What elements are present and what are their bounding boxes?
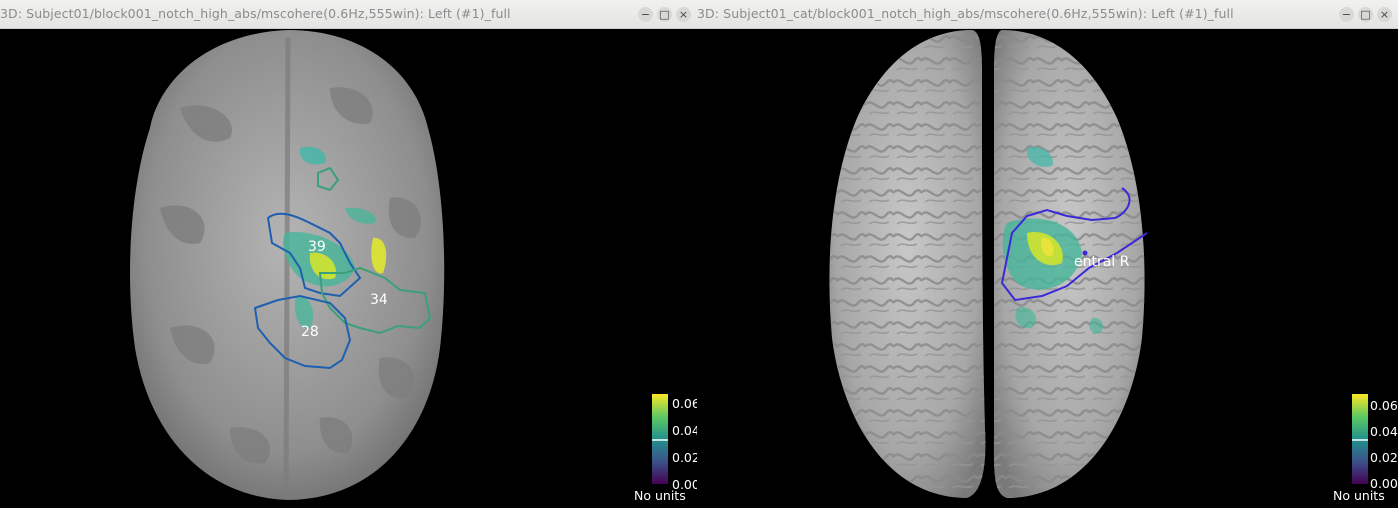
right-brain-view[interactable]: entral R <box>697 28 1398 508</box>
left-cbar-tick-2: 0.02 <box>672 450 697 465</box>
left-brain-view[interactable]: 39 34 28 <box>0 28 697 508</box>
left-title-bar[interactable]: 3D: Subject01/block001_notch_high_abs/ms… <box>0 0 697 29</box>
left-midline <box>283 37 291 499</box>
left-units-label: No units <box>634 488 686 503</box>
right-units-label: No units <box>1333 488 1385 503</box>
roi-label-28: 28 <box>301 324 319 340</box>
minimize-icon[interactable]: − <box>1339 7 1354 22</box>
right-cbar-tick-2: 0.02 <box>1370 450 1398 465</box>
close-icon[interactable]: × <box>1377 7 1392 22</box>
left-window-title: 3D: Subject01/block001_notch_high_abs/ms… <box>0 6 511 21</box>
roi-label-34: 34 <box>370 292 388 308</box>
right-colorbar <box>1352 394 1368 484</box>
maximize-icon[interactable]: □ <box>657 7 672 22</box>
right-cbar-tick-1: 0.04 <box>1370 424 1398 439</box>
left-cbar-tick-0: 0.06 <box>672 396 697 411</box>
right-window-title: 3D: Subject01_cat/block001_notch_high_ab… <box>697 6 1234 21</box>
left-cbar-tick-1: 0.04 <box>672 423 697 438</box>
close-icon[interactable]: × <box>676 7 691 22</box>
roi-label-39: 39 <box>308 239 326 255</box>
right-cbar-tick-0: 0.06 <box>1370 398 1398 413</box>
right-3d-window[interactable]: 3D: Subject01_cat/block001_notch_high_ab… <box>697 0 1398 508</box>
minimize-icon[interactable]: − <box>638 7 653 22</box>
right-title-bar[interactable]: 3D: Subject01_cat/block001_notch_high_ab… <box>697 0 1398 29</box>
maximize-icon[interactable]: □ <box>1358 7 1373 22</box>
left-3d-window[interactable]: 3D: Subject01/block001_notch_high_abs/ms… <box>0 0 697 508</box>
left-colorbar <box>652 394 668 484</box>
right-roi-label: entral R <box>1074 254 1130 270</box>
